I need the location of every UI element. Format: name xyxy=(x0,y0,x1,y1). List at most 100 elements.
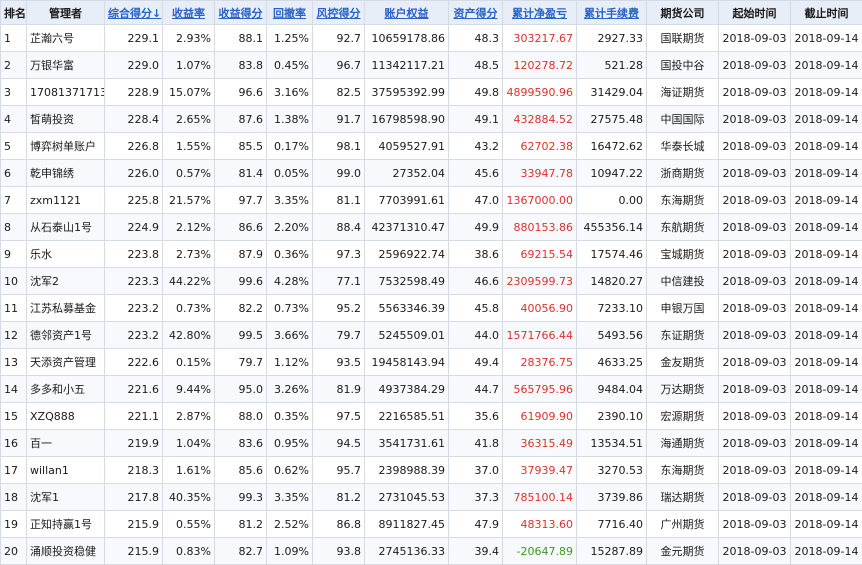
table-row[interactable]: 11江苏私募基金223.20.73%82.20.73%95.25563346.3… xyxy=(1,295,862,322)
table-row[interactable]: 4皙萌投资228.42.65%87.61.38%91.716798598.904… xyxy=(1,106,862,133)
drawdown-cell: 2.20% xyxy=(267,214,313,241)
broker-cell: 金友期货 xyxy=(647,349,719,376)
return-score-cell: 96.6 xyxy=(215,79,267,106)
table-row[interactable]: 9乐水223.82.73%87.90.36%97.32596922.7438.6… xyxy=(1,241,862,268)
table-row[interactable]: 7zxm1121225.821.57%97.73.35%81.17703991.… xyxy=(1,187,862,214)
table-row[interactable]: 20涌顺投资稳健215.90.83%82.71.09%93.82745136.3… xyxy=(1,538,862,565)
fees-cell: 7716.40 xyxy=(577,511,647,538)
table-row[interactable]: 12德邻资产1号223.242.80%99.53.66%79.75245509.… xyxy=(1,322,862,349)
col-rank[interactable]: 排名 xyxy=(1,1,27,25)
col-return-rate[interactable]: 收益率 xyxy=(163,1,215,25)
fees-cell: 16472.62 xyxy=(577,133,647,160)
manager-cell: 博弈树单账户 xyxy=(27,133,105,160)
return-rate-cell: 0.57% xyxy=(163,160,215,187)
col-asset-score-link[interactable]: 资产得分 xyxy=(454,7,498,20)
equity-cell: 5245509.01 xyxy=(365,322,449,349)
col-drawdown-link[interactable]: 回撤率 xyxy=(273,7,306,20)
col-drawdown[interactable]: 回撤率 xyxy=(267,1,313,25)
manager-cell: willan1 xyxy=(27,457,105,484)
table-row[interactable]: 317081371713228.915.07%96.63.16%82.53759… xyxy=(1,79,862,106)
table-row[interactable]: 6乾申锦绣226.00.57%81.40.05%99.027352.0445.6… xyxy=(1,160,862,187)
col-return-score[interactable]: 收益得分 xyxy=(215,1,267,25)
table-body: 1芷瀚六号229.12.93%88.11.25%92.710659178.864… xyxy=(1,25,862,565)
table-row[interactable]: 13天添资产管理222.60.15%79.71.12%93.519458143.… xyxy=(1,349,862,376)
return-score-cell: 82.2 xyxy=(215,295,267,322)
table-row[interactable]: 1芷瀚六号229.12.93%88.11.25%92.710659178.864… xyxy=(1,25,862,52)
col-fees-link[interactable]: 累计手续费 xyxy=(584,7,639,20)
rank-cell: 9 xyxy=(1,241,27,268)
risk-score-cell: 97.3 xyxy=(313,241,365,268)
overall-score-cell: 223.2 xyxy=(105,322,163,349)
return-score-cell: 97.7 xyxy=(215,187,267,214)
col-end-date[interactable]: 截止时间 xyxy=(791,1,862,25)
col-asset-score[interactable]: 资产得分 xyxy=(449,1,503,25)
broker-cell: 宏源期货 xyxy=(647,403,719,430)
table-row[interactable]: 17willan1218.31.61%85.60.62%95.72398988.… xyxy=(1,457,862,484)
risk-score-cell: 82.5 xyxy=(313,79,365,106)
col-manager-label: 管理者 xyxy=(49,7,82,20)
start-date-cell: 2018-09-03 xyxy=(719,376,791,403)
col-equity[interactable]: 账户权益 xyxy=(365,1,449,25)
end-date-cell: 2018-09-14 xyxy=(791,241,862,268)
equity-cell: 2596922.74 xyxy=(365,241,449,268)
table-row[interactable]: 5博弈树单账户226.81.55%85.50.17%98.14059527.91… xyxy=(1,133,862,160)
net-pnl-cell: -20647.89 xyxy=(503,538,577,565)
col-broker[interactable]: 期货公司 xyxy=(647,1,719,25)
table-row[interactable]: 19正知持赢1号215.90.55%81.22.52%86.88911827.4… xyxy=(1,511,862,538)
col-return-score-link[interactable]: 收益得分 xyxy=(219,7,263,20)
table-row[interactable]: 2万银华富229.01.07%83.80.45%96.711342117.214… xyxy=(1,52,862,79)
manager-cell: 多多和小五 xyxy=(27,376,105,403)
col-equity-link[interactable]: 账户权益 xyxy=(385,7,429,20)
drawdown-cell: 1.38% xyxy=(267,106,313,133)
return-score-cell: 85.5 xyxy=(215,133,267,160)
col-manager[interactable]: 管理者 xyxy=(27,1,105,25)
asset-score-cell: 45.6 xyxy=(449,160,503,187)
asset-score-cell: 49.9 xyxy=(449,214,503,241)
col-net-pnl-link[interactable]: 累计净盈亏 xyxy=(512,7,567,20)
return-score-cell: 83.8 xyxy=(215,52,267,79)
manager-cell: 芷瀚六号 xyxy=(27,25,105,52)
overall-score-cell: 223.2 xyxy=(105,295,163,322)
col-broker-label: 期货公司 xyxy=(661,7,705,20)
asset-score-cell: 47.9 xyxy=(449,511,503,538)
col-return-rate-link[interactable]: 收益率 xyxy=(172,7,205,20)
rank-cell: 13 xyxy=(1,349,27,376)
table-row[interactable]: 16百一219.91.04%83.60.95%94.53541731.6141.… xyxy=(1,430,862,457)
asset-score-cell: 48.3 xyxy=(449,25,503,52)
overall-score-cell: 224.9 xyxy=(105,214,163,241)
drawdown-cell: 1.09% xyxy=(267,538,313,565)
manager-cell: 乐水 xyxy=(27,241,105,268)
return-rate-cell: 0.55% xyxy=(163,511,215,538)
risk-score-cell: 77.1 xyxy=(313,268,365,295)
table-row[interactable]: 15XZQ888221.12.87%88.00.35%97.52216585.5… xyxy=(1,403,862,430)
asset-score-cell: 49.8 xyxy=(449,79,503,106)
fees-cell: 5493.56 xyxy=(577,322,647,349)
table-row[interactable]: 18沈军1217.840.35%99.33.35%81.22731045.533… xyxy=(1,484,862,511)
asset-score-cell: 37.0 xyxy=(449,457,503,484)
net-pnl-cell: 4899590.96 xyxy=(503,79,577,106)
return-rate-cell: 1.61% xyxy=(163,457,215,484)
table-row[interactable]: 14多多和小五221.69.44%95.03.26%81.94937384.29… xyxy=(1,376,862,403)
return-score-cell: 88.0 xyxy=(215,403,267,430)
col-start-date[interactable]: 起始时间 xyxy=(719,1,791,25)
col-fees[interactable]: 累计手续费 xyxy=(577,1,647,25)
return-rate-cell: 21.57% xyxy=(163,187,215,214)
asset-score-cell: 39.4 xyxy=(449,538,503,565)
asset-score-cell: 47.0 xyxy=(449,187,503,214)
return-rate-cell: 42.80% xyxy=(163,322,215,349)
col-overall-score-link[interactable]: 综合得分↓ xyxy=(108,7,161,20)
rank-cell: 1 xyxy=(1,25,27,52)
end-date-cell: 2018-09-14 xyxy=(791,214,862,241)
risk-score-cell: 81.2 xyxy=(313,484,365,511)
asset-score-cell: 44.7 xyxy=(449,376,503,403)
col-net-pnl[interactable]: 累计净盈亏 xyxy=(503,1,577,25)
broker-cell: 浙商期货 xyxy=(647,160,719,187)
manager-cell: 正知持赢1号 xyxy=(27,511,105,538)
end-date-cell: 2018-09-14 xyxy=(791,52,862,79)
col-overall-score[interactable]: 综合得分↓ xyxy=(105,1,163,25)
col-risk-score-link[interactable]: 风控得分 xyxy=(317,7,361,20)
table-row[interactable]: 10沈军2223.344.22%99.64.28%77.17532598.494… xyxy=(1,268,862,295)
col-risk-score[interactable]: 风控得分 xyxy=(313,1,365,25)
start-date-cell: 2018-09-03 xyxy=(719,349,791,376)
table-row[interactable]: 8从石泰山1号224.92.12%86.62.20%88.442371310.4… xyxy=(1,214,862,241)
